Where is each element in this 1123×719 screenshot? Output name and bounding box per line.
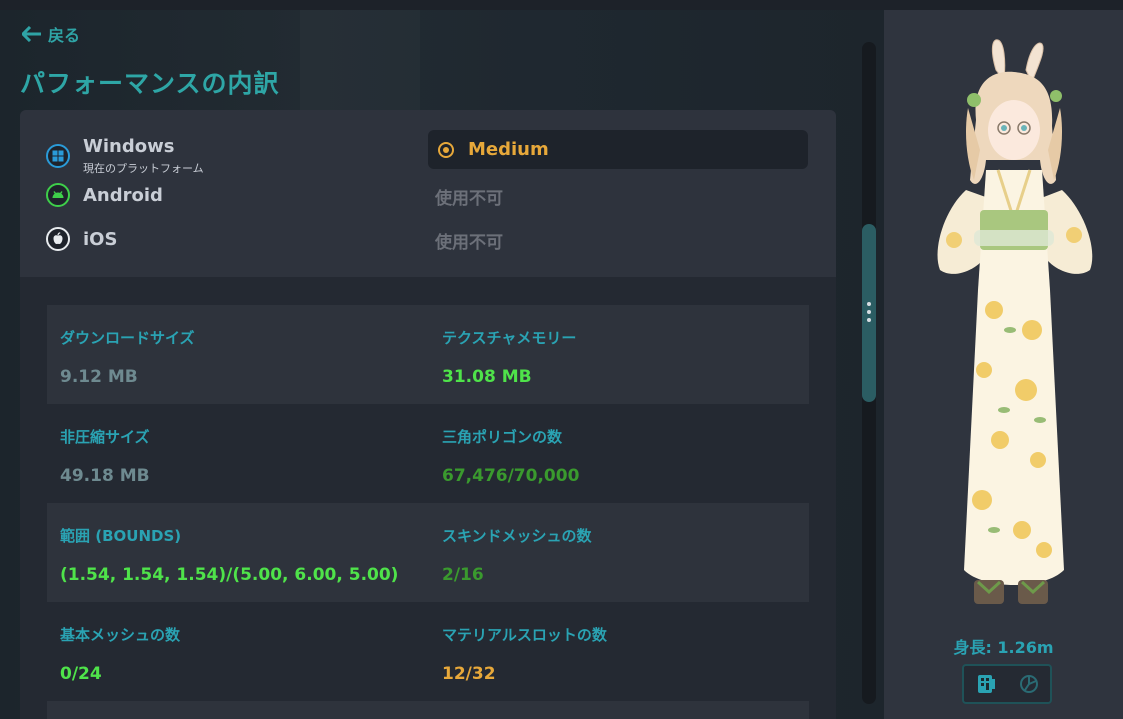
page-title: パフォーマンスの内訳 — [20, 69, 280, 98]
stats-grid: ダウンロードサイズ 9.12 MB テクスチャメモリー 31.08 MB 非圧縮… — [47, 305, 809, 719]
windows-icon — [46, 144, 70, 168]
platform-name: Windows — [83, 136, 175, 157]
apple-icon — [46, 227, 70, 251]
stat-row: 基本メッシュの数 0/24 マテリアルスロットの数 12/32 — [47, 602, 809, 701]
stat-value: 0/24 — [60, 664, 102, 684]
platform-name: Android — [83, 184, 163, 206]
stat-value: (1.54, 1.54, 1.54)/(5.00, 6.00, 5.00) — [60, 565, 399, 585]
stat-value: 9.12 MB — [60, 367, 138, 387]
platform-item-windows[interactable]: Windows 現在のプラットフォーム — [46, 136, 204, 176]
avatar-height-label: 身長: 1.26m — [953, 638, 1054, 657]
platform-current-label: 現在のプラットフォーム — [83, 162, 204, 175]
android-icon — [46, 183, 70, 207]
radio-selected-icon — [438, 141, 454, 158]
stat-label: ダウンロードサイズ — [60, 329, 195, 347]
avatar-preview-panel: 身長: 1.26m — [884, 10, 1123, 719]
stat-label: マテリアルスロットの数 — [442, 626, 607, 644]
stat-value: 12/32 — [442, 664, 496, 684]
stat-label: 基本メッシュの数 — [60, 626, 181, 644]
perf-details-icon[interactable] — [975, 673, 997, 695]
pie-chart-icon[interactable] — [1018, 673, 1040, 695]
arrow-left-icon — [22, 26, 41, 42]
stat-label: テクスチャメモリー — [442, 329, 577, 347]
back-label: 戻る — [48, 26, 81, 45]
drag-handle-icon[interactable] — [867, 302, 871, 322]
rank-unavailable-ios: 使用不可 — [435, 233, 503, 253]
stat-label: スキンドメッシュの数 — [442, 527, 592, 545]
top-bar — [0, 0, 1123, 10]
stat-row: 範囲 (BOUNDS) (1.54, 1.54, 1.54)/(5.00, 6.… — [47, 503, 809, 602]
stat-triangle-count: 三角ポリゴンの数 67,476/70,000 — [442, 426, 579, 486]
stat-value: 49.18 MB — [60, 466, 150, 486]
avatar-image — [937, 39, 1093, 604]
view-toggle[interactable] — [962, 664, 1052, 704]
stat-label: 範囲 (BOUNDS) — [60, 527, 182, 545]
stat-row: ダウンロードサイズ 9.12 MB テクスチャメモリー 31.08 MB — [47, 305, 809, 404]
stat-value: 31.08 MB — [442, 367, 532, 387]
stat-value: 2/16 — [442, 565, 484, 585]
stat-basic-mesh-count: 基本メッシュの数 0/24 — [60, 624, 180, 684]
stat-row: 非圧縮サイズ 49.18 MB 三角ポリゴンの数 67,476/70,000 — [47, 404, 809, 503]
performance-panel: Windows 現在のプラットフォーム Android iOS Medium 使… — [20, 110, 836, 719]
stat-label: 三角ポリゴンの数 — [442, 428, 563, 446]
stat-label: 非圧縮サイズ — [60, 428, 150, 446]
stat-material-slot-count: マテリアルスロットの数 12/32 — [442, 624, 607, 684]
stat-value: 67,476/70,000 — [442, 466, 580, 486]
platform-item-android[interactable]: Android — [46, 183, 163, 207]
back-button[interactable]: 戻る — [22, 22, 80, 46]
platform-name: iOS — [83, 228, 118, 250]
platform-item-ios[interactable]: iOS — [46, 227, 117, 251]
rank-badge-medium[interactable]: Medium — [428, 130, 808, 169]
stat-skinned-mesh-count: スキンドメッシュの数 2/16 — [442, 525, 592, 585]
stat-texture-memory: テクスチャメモリー 31.08 MB — [442, 327, 576, 387]
stat-bounds: 範囲 (BOUNDS) (1.54, 1.54, 1.54)/(5.00, 6.… — [60, 525, 398, 585]
main-content: 戻る パフォーマンスの内訳 Windows 現在のプラットフォーム Androi… — [0, 10, 884, 719]
platform-list: Windows 現在のプラットフォーム Android iOS Medium 使… — [20, 110, 836, 277]
rank-label: Medium — [468, 139, 549, 160]
rank-unavailable-android: 使用不可 — [435, 189, 503, 209]
stat-row — [47, 701, 809, 719]
stat-uncompressed-size: 非圧縮サイズ 49.18 MB — [60, 426, 150, 486]
stat-download-size: ダウンロードサイズ 9.12 MB — [60, 327, 195, 387]
